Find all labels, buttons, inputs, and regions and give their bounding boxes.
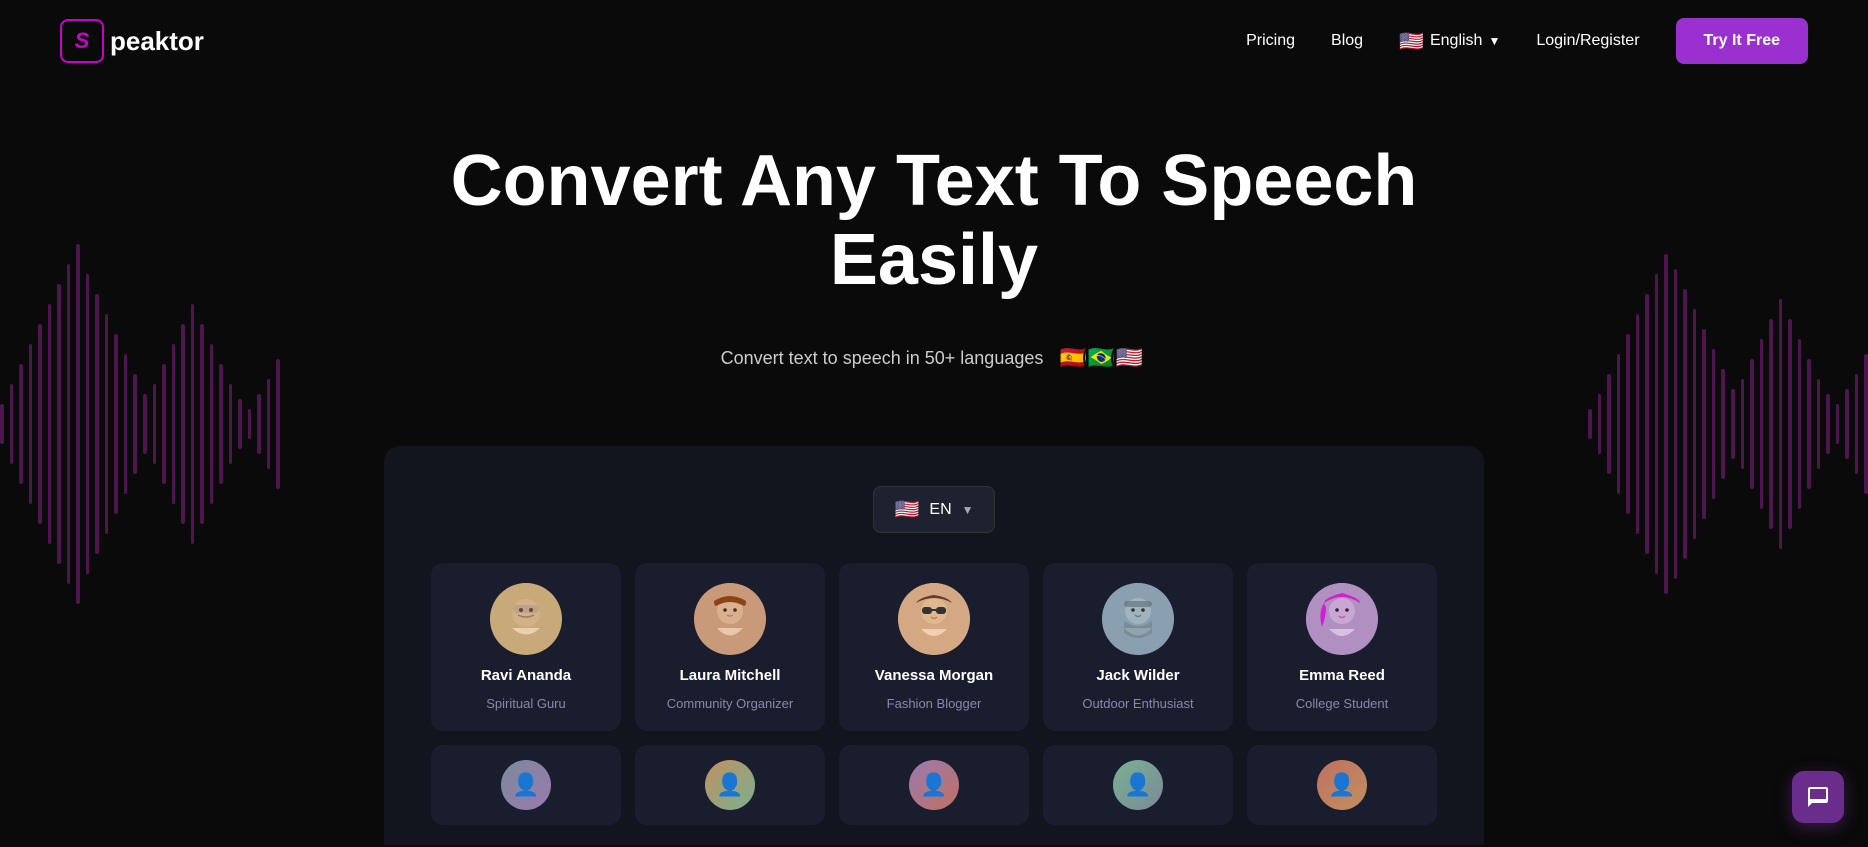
language-dropdown[interactable]: 🇺🇸 EN ▼ <box>873 486 994 533</box>
logo[interactable]: S peaktor <box>60 19 204 63</box>
pricing-link[interactable]: Pricing <box>1246 32 1295 50</box>
avatar-small: 👤 <box>1317 760 1367 810</box>
nav-links: Pricing Blog 🇺🇸 English ▼ Login/Register… <box>1246 18 1808 64</box>
avatar <box>1102 583 1174 655</box>
blog-link[interactable]: Blog <box>1331 32 1363 50</box>
voice-card[interactable]: Laura Mitchell Community Organizer <box>635 563 825 731</box>
login-link[interactable]: Login/Register <box>1536 32 1639 50</box>
flag-us: 🇺🇸 <box>1111 340 1147 376</box>
voice-card[interactable]: Ravi Ananda Spiritual Guru <box>431 563 621 731</box>
avatar <box>898 583 970 655</box>
chevron-down-icon: ▼ <box>1488 34 1500 48</box>
chat-button[interactable] <box>1792 771 1844 823</box>
dropdown-flag: 🇺🇸 <box>894 497 919 522</box>
app-panel: 🇺🇸 EN ▼ Ravi Ananda Spiritual Guru <box>384 446 1484 845</box>
voice-card[interactable]: Vanessa Morgan Fashion Blogger <box>839 563 1029 731</box>
navbar: S peaktor Pricing Blog 🇺🇸 English ▼ Logi… <box>0 0 1868 82</box>
dropdown-lang-label: EN <box>929 501 951 519</box>
voice-name: Laura Mitchell <box>680 667 781 684</box>
dropdown-chevron-icon: ▼ <box>962 503 974 517</box>
voice-card[interactable]: Jack Wilder Outdoor Enthusiast <box>1043 563 1233 731</box>
voice-role: College Student <box>1296 696 1389 711</box>
avatar <box>694 583 766 655</box>
logo-icon: S <box>60 19 104 63</box>
hero-section: Convert Any Text To Speech Easily Conver… <box>0 82 1868 446</box>
voice-cards-row: Ravi Ananda Spiritual Guru Laura Mitchel… <box>414 563 1454 731</box>
avatar <box>1306 583 1378 655</box>
lang-selector-row: 🇺🇸 EN ▼ <box>414 486 1454 533</box>
voice-role: Community Organizer <box>667 696 793 711</box>
logo-text: peaktor <box>110 26 204 57</box>
voice-card-partial[interactable]: 👤 <box>1043 745 1233 825</box>
voice-role: Spiritual Guru <box>486 696 565 711</box>
flags-group: 🇪🇸 🇧🇷 🇺🇸 <box>1055 340 1147 376</box>
voice-card-partial[interactable]: 👤 <box>635 745 825 825</box>
language-flag: 🇺🇸 <box>1399 29 1424 54</box>
avatar-small: 👤 <box>909 760 959 810</box>
voice-card-partial[interactable]: 👤 <box>839 745 1029 825</box>
avatar-small: 👤 <box>501 760 551 810</box>
voice-name: Jack Wilder <box>1096 667 1179 684</box>
chat-icon <box>1806 785 1830 809</box>
voice-cards-row2: 👤 👤 👤 👤 👤 <box>414 745 1454 825</box>
hero-subtitle: Convert text to speech in 50+ languages … <box>20 340 1848 376</box>
voice-card-partial[interactable]: 👤 <box>431 745 621 825</box>
language-selector[interactable]: 🇺🇸 English ▼ <box>1399 29 1500 54</box>
subtitle-text: Convert text to speech in 50+ languages <box>721 348 1044 369</box>
voice-role: Outdoor Enthusiast <box>1082 696 1193 711</box>
voice-card[interactable]: Emma Reed College Student <box>1247 563 1437 731</box>
avatar <box>490 583 562 655</box>
try-free-button[interactable]: Try It Free <box>1676 18 1808 64</box>
avatar-small: 👤 <box>1113 760 1163 810</box>
language-label: English <box>1430 32 1482 50</box>
voice-name: Vanessa Morgan <box>875 667 993 684</box>
voice-card-partial[interactable]: 👤 <box>1247 745 1437 825</box>
avatar-small: 👤 <box>705 760 755 810</box>
hero-title: Convert Any Text To Speech Easily <box>384 142 1484 300</box>
voice-role: Fashion Blogger <box>887 696 982 711</box>
voice-name: Emma Reed <box>1299 667 1385 684</box>
voice-name: Ravi Ananda <box>481 667 571 684</box>
